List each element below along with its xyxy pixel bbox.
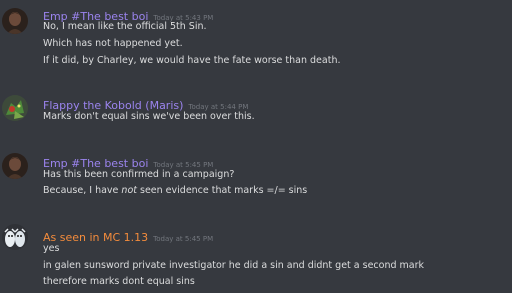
dark-portrait-icon [2, 153, 28, 179]
cartoon-characters-icon [2, 224, 28, 250]
message-line: therefore marks dont equal sins [43, 276, 195, 287]
user-avatar-mc[interactable] [2, 224, 28, 250]
dark-portrait-icon [2, 8, 28, 34]
message-line: Has this been confirmed in a campaign? [43, 169, 235, 180]
user-avatar-flappy[interactable] [2, 95, 28, 121]
message-line: yes [43, 243, 60, 254]
message-line: No, I mean like the official 5th Sin. [43, 21, 207, 32]
user-avatar-emp[interactable] [2, 153, 28, 179]
kobold-icon [2, 95, 28, 121]
message-line: Because, I have not seen evidence that m… [43, 185, 307, 196]
user-avatar-emp[interactable] [2, 8, 28, 34]
message-line: Which has not happened yet. [43, 38, 183, 49]
timestamp: Today at 5:45 PM [153, 235, 214, 243]
message-line: in galen sunsword private investigator h… [43, 260, 425, 271]
message-text: seen evidence that marks =/= sins [136, 185, 308, 196]
message-line: If it did, by Charley, we would have the… [43, 55, 341, 66]
timestamp: Today at 5:45 PM [153, 161, 214, 169]
message-line: Marks don't equal sins we've been over t… [43, 111, 255, 122]
emphasized-text: not [121, 185, 137, 196]
message-text: Because, I have [43, 185, 122, 196]
timestamp: Today at 5:44 PM [188, 103, 249, 111]
